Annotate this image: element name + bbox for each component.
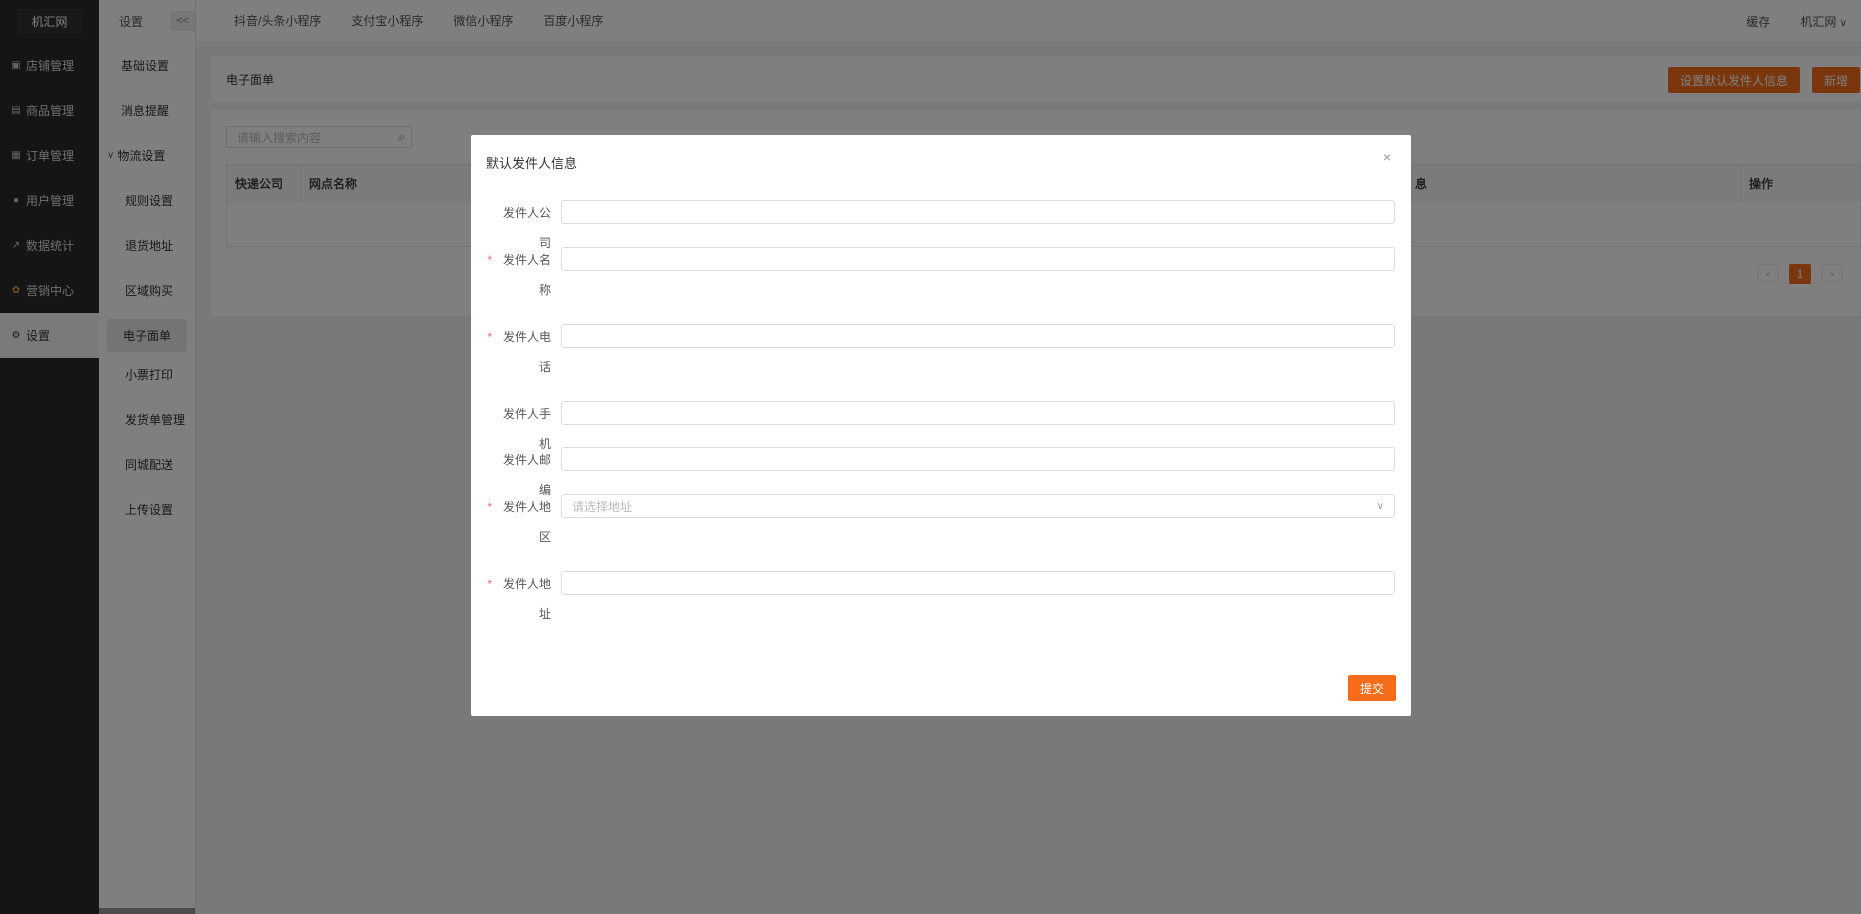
- sender-mobile-input[interactable]: [561, 401, 1395, 425]
- field-label: * 发件人电话: [487, 330, 551, 374]
- sender-name-input[interactable]: [561, 247, 1395, 271]
- sender-phone-input[interactable]: [561, 324, 1395, 348]
- field-label: * 发件人地区: [487, 500, 551, 544]
- default-sender-dialog: 默认发件人信息 × 发件人公司 * 发件人名称 * 发件人电话 发件人手机 发件人邮…: [471, 135, 1411, 716]
- submit-button[interactable]: 提交: [1348, 675, 1396, 701]
- sender-address-input[interactable]: [561, 571, 1395, 595]
- close-icon[interactable]: ×: [1383, 149, 1391, 165]
- field-label: * 发件人地址: [487, 577, 551, 621]
- select-placeholder: 请选择地址: [572, 499, 633, 514]
- sender-zipcode-input[interactable]: [561, 447, 1395, 471]
- field-label: * 发件人名称: [487, 253, 551, 297]
- chevron-down-icon: ∨: [1376, 500, 1384, 512]
- sender-region-select[interactable]: 请选择地址 ∨: [561, 494, 1395, 518]
- sender-company-input[interactable]: [561, 200, 1395, 224]
- dialog-title: 默认发件人信息: [486, 156, 578, 171]
